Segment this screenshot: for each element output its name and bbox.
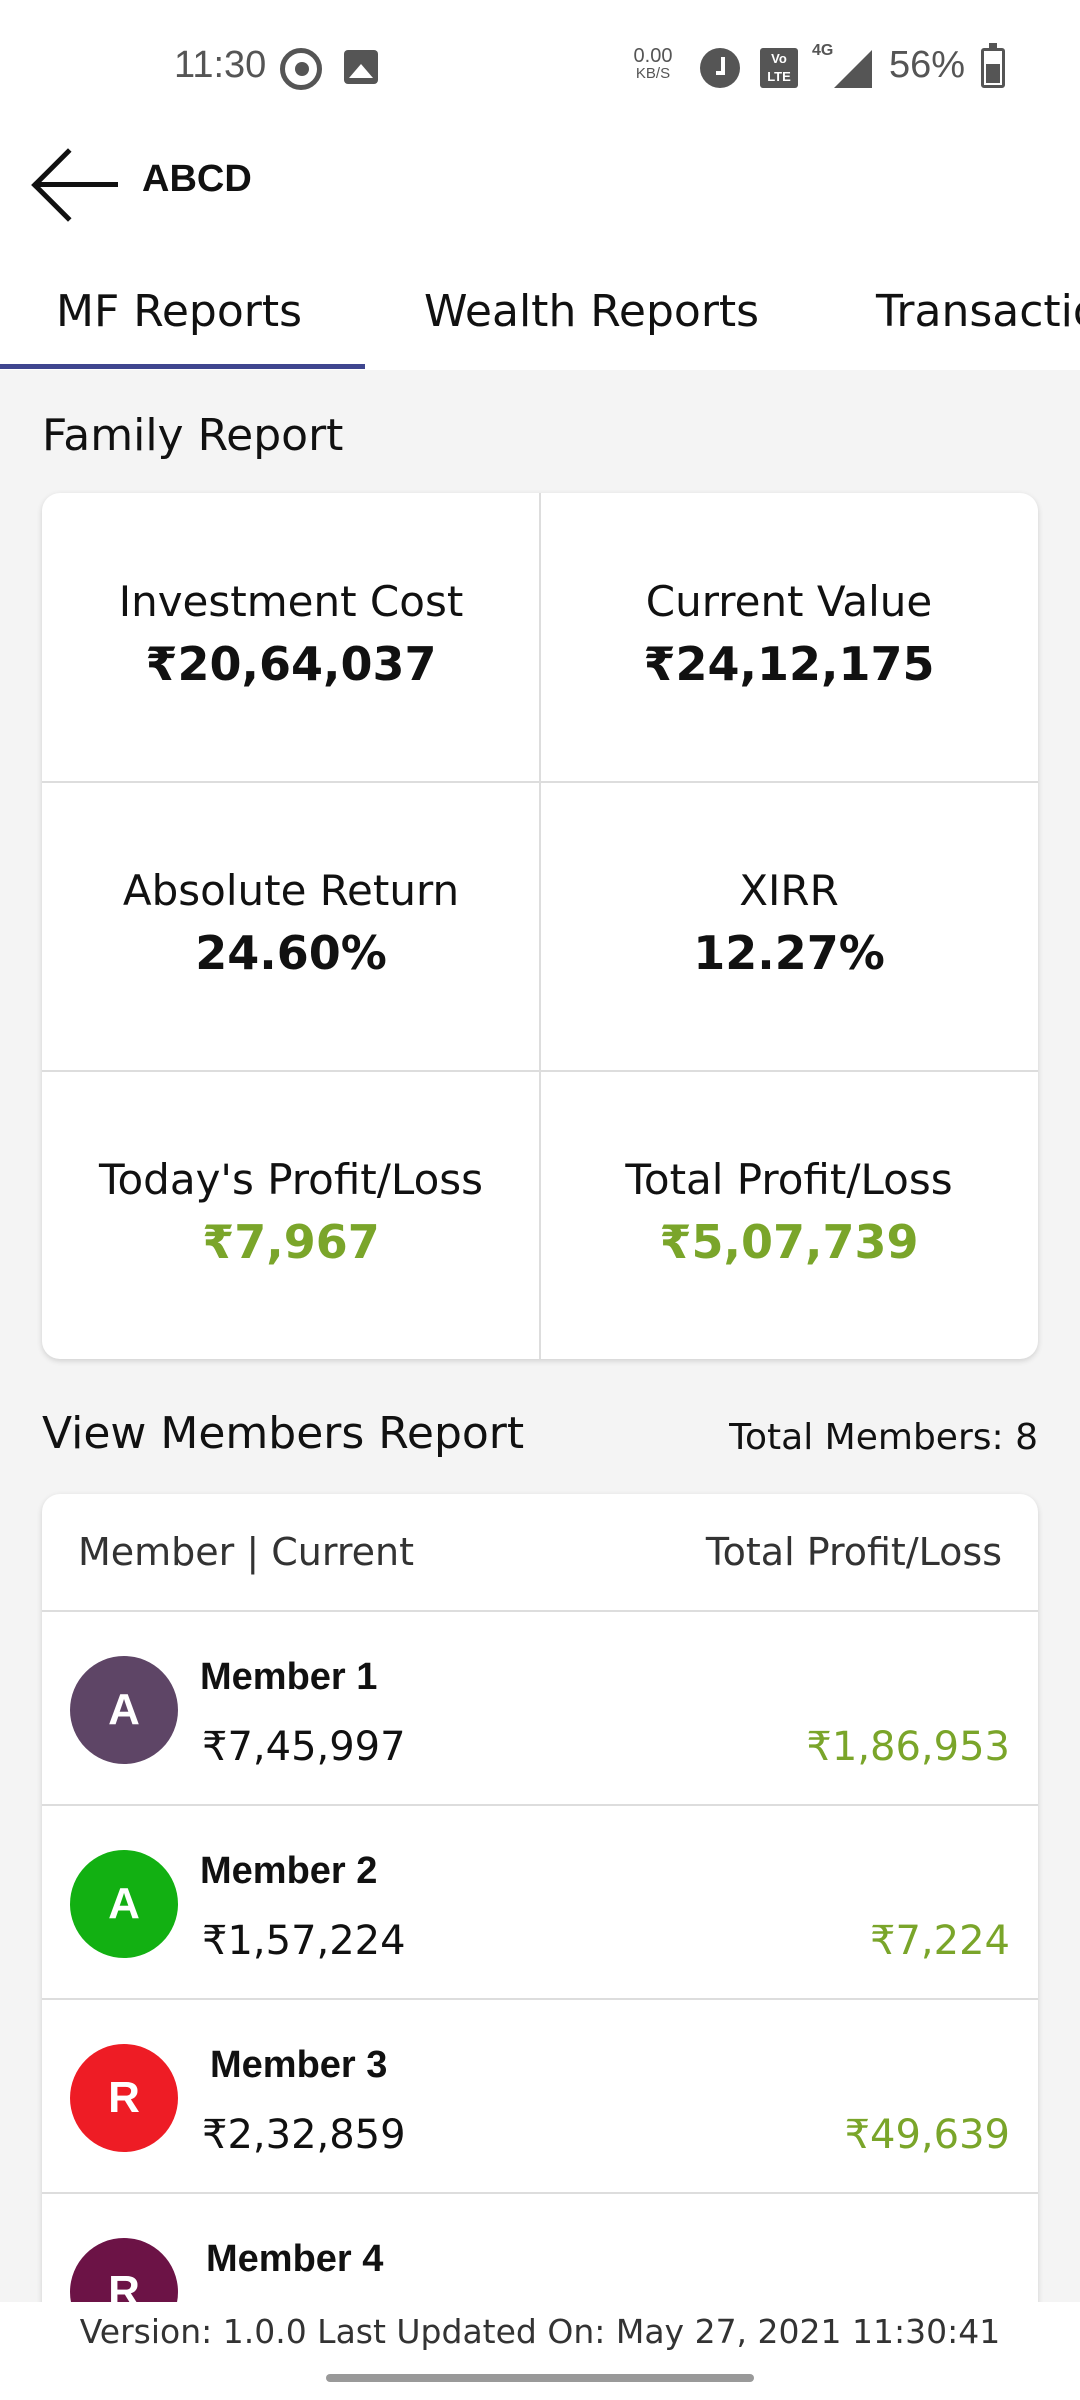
status-time: 11:30 xyxy=(174,44,267,86)
screen: 11:30 0.00 KB/S Vo LTE 4G 56% ABCD MF Rep… xyxy=(0,0,1080,2400)
whatsapp-icon xyxy=(280,48,322,90)
investment-cost-value: ₹20,64,037 xyxy=(145,637,437,691)
member-current-value: ₹2,32,859 xyxy=(202,2112,406,2158)
net-speed-value: 0.00 xyxy=(633,45,673,67)
absolute-return-label: Absolute Return xyxy=(122,866,460,915)
member-profit-loss: ₹7,224 xyxy=(870,1918,1010,1964)
xirr-label: XIRR xyxy=(739,866,839,915)
todays-profit-loss-value: ₹7,967 xyxy=(202,1215,380,1269)
status-bar: 11:30 0.00 KB/S Vo LTE 4G 56% xyxy=(0,0,1080,138)
investment-cost-label: Investment Cost xyxy=(118,577,464,626)
arrow-left-icon-head xyxy=(31,148,105,222)
tab-mf-reports[interactable]: MF Reports xyxy=(56,286,302,337)
app-bar: ABCD xyxy=(0,138,1080,260)
member-row[interactable]: A Member 2 ₹1,57,224 ₹7,224 xyxy=(42,1806,1038,2000)
member-profit-loss: ₹49,639 xyxy=(844,2112,1010,2158)
network-type: 4G xyxy=(812,42,834,59)
xirr-cell: XIRR 12.27% xyxy=(540,782,1038,1071)
absolute-return-value: 24.60% xyxy=(195,926,387,980)
member-row[interactable]: A Member 1 ₹7,45,997 ₹1,86,953 xyxy=(42,1612,1038,1806)
grid-divider-horizontal xyxy=(42,1070,1038,1072)
avatar: R xyxy=(70,2044,178,2152)
footer: Version: 1.0.0 Last Updated On: May 27, … xyxy=(0,2302,1080,2400)
member-name: Member 4 xyxy=(206,2238,384,2280)
alarm-icon xyxy=(700,48,740,88)
tab-transactions[interactable]: Transactions xyxy=(876,286,1080,337)
signal-bars xyxy=(834,50,872,88)
members-table: Member | Current Total Profit/Loss A Mem… xyxy=(42,1494,1038,2400)
todays-profit-loss-label: Today's Profit/Loss xyxy=(98,1155,484,1204)
grid-divider-horizontal xyxy=(42,781,1038,783)
net-speed: 0.00 KB/S xyxy=(628,46,678,82)
battery-percent: 56% xyxy=(889,44,966,86)
active-tab-indicator xyxy=(0,364,365,369)
member-name: Member 3 xyxy=(210,2044,388,2086)
absolute-return-cell: Absolute Return 24.60% xyxy=(42,782,540,1071)
report-tabs: MF Reports Wealth Reports Transactions xyxy=(0,260,1080,370)
investment-cost-cell: Investment Cost ₹20,64,037 xyxy=(42,493,540,782)
member-name: Member 2 xyxy=(200,1850,378,1892)
current-value-cell: Current Value ₹24,12,175 xyxy=(540,493,1038,782)
member-current-value: ₹1,57,224 xyxy=(202,1918,406,1964)
net-speed-unit: KB/S xyxy=(635,65,671,82)
volte-icon: Vo LTE xyxy=(760,48,798,88)
header-member-current: Member | Current xyxy=(78,1530,414,1574)
family-report-title: Family Report xyxy=(42,410,344,461)
page-title: ABCD xyxy=(142,158,252,200)
total-profit-loss-value: ₹5,07,739 xyxy=(659,1215,919,1269)
tab-wealth-reports[interactable]: Wealth Reports xyxy=(424,286,759,337)
signal-icon: 4G xyxy=(812,42,872,88)
members-report-title[interactable]: View Members Report xyxy=(42,1408,524,1459)
header-total-profit-loss: Total Profit/Loss xyxy=(705,1530,1002,1574)
battery-icon xyxy=(981,43,1005,88)
member-profit-loss: ₹1,86,953 xyxy=(806,1724,1010,1770)
xirr-value: 12.27% xyxy=(693,926,885,980)
member-row[interactable]: R Member 3 ₹2,32,859 ₹49,639 xyxy=(42,2000,1038,2194)
todays-profit-loss-cell: Today's Profit/Loss ₹7,967 xyxy=(42,1071,540,1359)
total-members-count: Total Members: 8 xyxy=(729,1417,1038,1458)
grid-divider-vertical xyxy=(539,493,541,1359)
total-profit-loss-label: Total Profit/Loss xyxy=(625,1155,953,1204)
avatar: A xyxy=(70,1850,178,1958)
gesture-nav-bar[interactable] xyxy=(326,2374,754,2382)
total-profit-loss-cell: Total Profit/Loss ₹5,07,739 xyxy=(540,1071,1038,1359)
current-value-label: Current Value xyxy=(645,577,933,626)
avatar: A xyxy=(70,1656,178,1764)
version-text: Version: 1.0.0 Last Updated On: May 27, … xyxy=(79,2312,1001,2351)
current-value-value: ₹24,12,175 xyxy=(643,637,935,691)
member-current-value: ₹7,45,997 xyxy=(202,1724,406,1770)
member-name: Member 1 xyxy=(200,1656,378,1698)
members-table-header: Member | Current Total Profit/Loss xyxy=(42,1494,1038,1612)
back-button[interactable] xyxy=(30,142,126,226)
gallery-icon xyxy=(344,50,378,84)
family-report-card: Investment Cost ₹20,64,037 Current Value… xyxy=(42,493,1038,1359)
